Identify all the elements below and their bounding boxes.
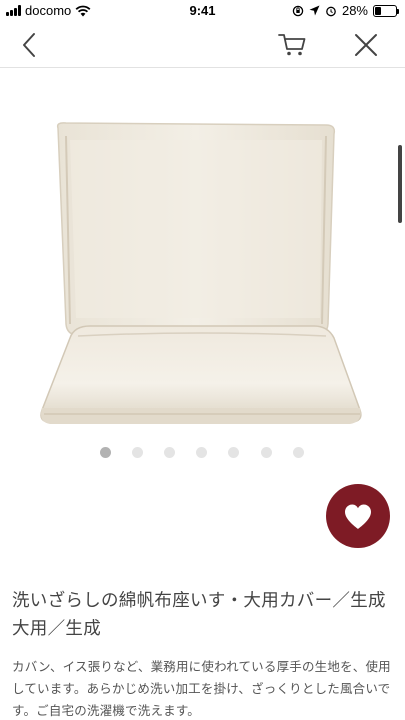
scroll-indicator[interactable] bbox=[398, 145, 402, 223]
heart-icon bbox=[345, 504, 371, 529]
alarm-icon bbox=[326, 6, 336, 16]
gallery-dot[interactable] bbox=[228, 447, 239, 458]
favorite-button[interactable] bbox=[326, 484, 390, 548]
battery-fill bbox=[375, 6, 381, 15]
product-description: カバン、イス張りなど、業務用に使われている厚手の生地を、使用しています。あらかじ… bbox=[12, 659, 391, 718]
status-bar: docomo 9:41 28% bbox=[0, 0, 405, 22]
cart-icon bbox=[278, 34, 306, 56]
gallery-dot[interactable] bbox=[261, 447, 272, 458]
gallery-dot[interactable] bbox=[293, 447, 304, 458]
close-icon bbox=[355, 34, 377, 56]
gallery-dot[interactable] bbox=[132, 447, 143, 458]
gallery-dot[interactable] bbox=[196, 447, 207, 458]
gallery-dot[interactable] bbox=[100, 447, 111, 458]
status-right: 28% bbox=[292, 3, 399, 18]
back-button[interactable] bbox=[14, 30, 44, 60]
orientation-lock-icon bbox=[292, 5, 304, 16]
gallery-pagination bbox=[0, 447, 405, 459]
product-title: 洗いざらしの綿帆布座いす・大用カバー／生成 大用／生成 bbox=[12, 591, 386, 639]
location-icon bbox=[309, 5, 320, 16]
battery-icon bbox=[373, 4, 399, 17]
navigation-bar bbox=[0, 22, 405, 68]
gallery-dot[interactable] bbox=[164, 447, 175, 458]
product-image[interactable] bbox=[30, 110, 375, 440]
chevron-left-icon bbox=[23, 33, 35, 57]
close-button[interactable] bbox=[351, 30, 381, 60]
battery-percent: 28% bbox=[341, 3, 368, 18]
cart-button[interactable] bbox=[275, 30, 309, 60]
